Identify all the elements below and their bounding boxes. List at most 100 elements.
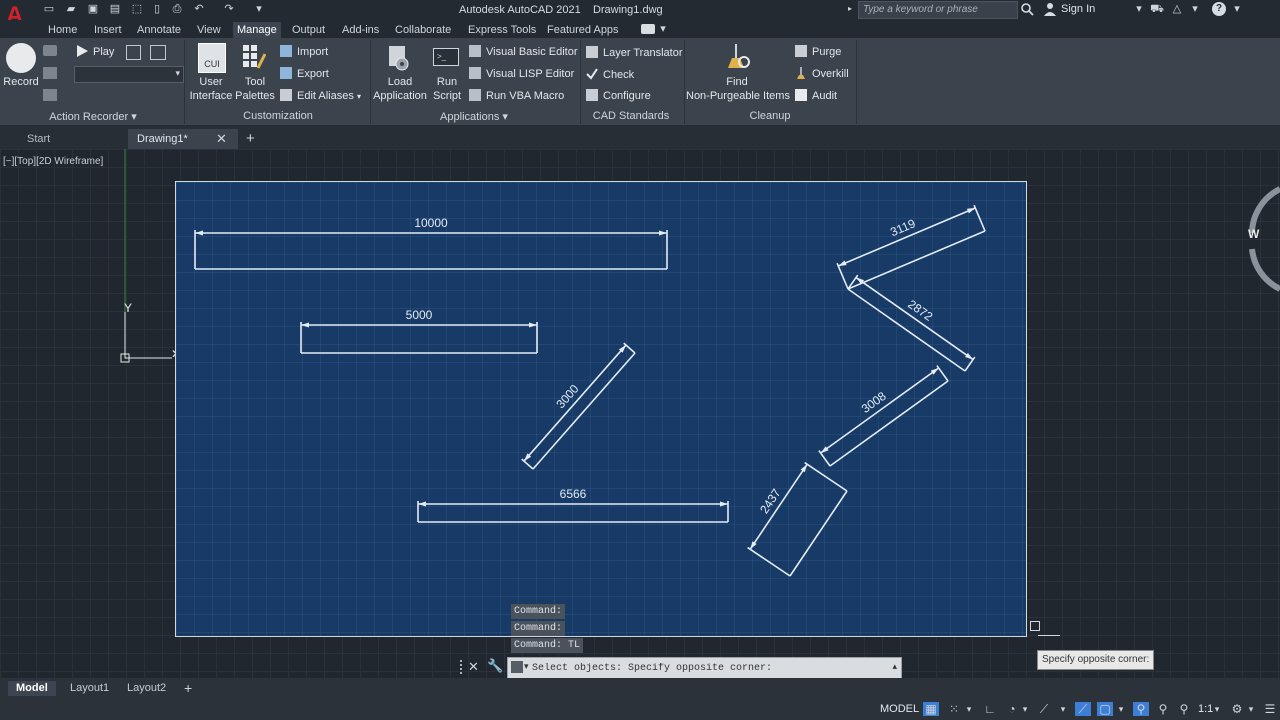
tab-express-tools[interactable]: Express Tools [464,22,540,38]
search-expand-icon[interactable]: ▸ [848,4,852,13]
help-icon[interactable]: ? [1212,2,1226,16]
help-dropdown-icon[interactable]: ▾ [1230,3,1244,16]
audit-button[interactable]: Audit [795,88,837,104]
export-button[interactable]: Export [280,66,329,82]
dimension-value-label[interactable]: 3119 [888,216,918,239]
dimension-extension-line[interactable] [804,461,848,492]
isodraft-icon[interactable]: ⟋ [1036,702,1052,716]
user-icon[interactable] [1043,2,1057,16]
tab-insert[interactable]: Insert [90,22,126,38]
isodraft-dropdown-icon[interactable]: ▾ [1058,702,1068,716]
dimension-value-label[interactable]: 2437 [757,486,784,516]
sign-in-dropdown-icon[interactable]: ▾ [1132,3,1146,16]
applications-panel-title[interactable]: Applications ▾ [424,110,524,124]
snap-dropdown-icon[interactable]: ▾ [964,702,974,716]
tab-home[interactable]: Home [44,22,81,38]
command-grip-icon[interactable] [460,660,468,674]
import-button[interactable]: Import [280,44,328,60]
dimension-value-label[interactable]: 2872 [905,297,935,324]
tab-collaborate[interactable]: Collaborate [391,22,455,38]
osnap-dropdown-icon[interactable]: ▾ [1116,702,1126,716]
ribbon-display-dropdown-icon[interactable]: ▾ [656,23,670,36]
scale-dropdown-icon[interactable]: ▾ [1212,702,1222,716]
annotation-visibility-icon[interactable]: ⚲ [1133,702,1149,716]
dimension-extension-line[interactable] [836,262,849,290]
store-dropdown-icon[interactable]: ▾ [1188,3,1202,16]
dimension-value-label[interactable]: 3000 [553,382,581,412]
sign-in-link[interactable]: Sign In [1061,3,1095,15]
dimension-line[interactable] [820,367,940,454]
dimension-base-line[interactable] [847,230,986,290]
dimension-drawing[interactable]: 10000 5000 3000 6566 3119 2872 3008 2437 [175,181,1027,637]
tab-featured-apps[interactable]: Featured Apps [543,22,623,38]
dimension-extension-line[interactable] [818,450,831,467]
user-input-icon[interactable] [43,89,57,101]
record-button[interactable]: Record [2,75,40,89]
dimension-line[interactable] [837,207,976,267]
command-history-toggle-icon[interactable]: ▴ [892,661,897,672]
object-snap-tracking-icon[interactable]: ⟋ [1075,702,1091,716]
search-box[interactable] [858,1,1018,19]
new-file-icon[interactable]: ▭ [42,3,56,16]
tab-manage[interactable]: Manage [233,22,281,38]
customize-command-wrench-icon[interactable]: 🔧 [487,658,503,674]
grip-square-icon[interactable] [1030,621,1040,631]
grid-display-icon[interactable]: ▦ [923,702,939,716]
tool-palettes-button[interactable]: Tool Palettes [234,75,276,103]
play-button[interactable]: Play [76,44,114,60]
cui-icon[interactable]: CUI [198,43,226,73]
plot-icon[interactable]: ⎙ [170,3,184,16]
dimension-base-line[interactable] [789,490,848,577]
start-tab[interactable]: Start [0,129,124,149]
command-input[interactable] [532,660,882,676]
autodesk-app-store-icon[interactable]: △ [1170,3,1184,16]
new-tab-plus-icon[interactable]: + [246,129,255,149]
visual-lisp-editor-button[interactable]: Visual LISP Editor [469,66,574,82]
tab-add-ins[interactable]: Add-ins [338,22,383,38]
annotation-scale-icon[interactable]: ⚲ [1176,702,1192,716]
layer-translator-button[interactable]: Layer Translator [586,45,682,61]
redo-icon[interactable]: ↷ [222,3,236,16]
layout-tab-layout1[interactable]: Layout1 [62,681,117,696]
layout-tab-model[interactable]: Model [8,681,56,696]
dimension-extension-line[interactable] [973,204,986,232]
add-layout-plus-icon[interactable]: + [184,680,192,696]
gear-icon[interactable]: ⚙ [1229,702,1245,716]
dimension-extension-line[interactable] [747,546,791,577]
drawing1-tab[interactable]: Drawing1* ✕ [128,129,238,149]
dimension-extension-line[interactable] [964,356,976,372]
dimension-base-line[interactable] [847,288,966,372]
open-folder-icon[interactable]: ▰ [64,3,78,16]
tab-view[interactable]: View [193,22,225,38]
dimension-value-label[interactable]: 3008 [859,389,889,416]
layout-tab-layout2[interactable]: Layout2 [119,681,174,696]
run-script-icon[interactable]: >_ [433,48,459,66]
request-input-icon[interactable] [43,67,57,79]
tab-output[interactable]: Output [288,22,329,38]
dimension-line[interactable] [523,344,627,462]
polar-tracking-icon[interactable]: ◔ [1004,702,1020,716]
check-button[interactable]: Check [586,67,634,83]
ribbon-display-toggle-icon[interactable] [641,24,655,34]
macro-dropdown[interactable]: ▾ [74,66,184,83]
polar-dropdown-icon[interactable]: ▾ [1020,702,1030,716]
dimension-value-label[interactable]: 5000 [406,308,433,322]
search-input[interactable] [859,2,1017,16]
dimension-value-label[interactable]: 6566 [560,487,587,501]
dimension-value-label[interactable]: 10000 [414,216,448,230]
dimension-base-line[interactable] [532,352,636,470]
auto-scale-icon[interactable]: ⚲ [1155,702,1171,716]
save-as-icon[interactable]: ▤ [108,3,122,16]
undo-icon[interactable]: ↶ [192,3,206,16]
object-snap-icon[interactable]: ▢ [1097,702,1113,716]
find-non-purgeable-icon[interactable] [724,42,752,72]
load-application-icon[interactable] [387,44,411,72]
viewcube-west-label[interactable]: W [1248,227,1260,241]
purge-button[interactable]: Purge [795,44,841,60]
tool-palettes-icon[interactable] [242,44,267,70]
command-line[interactable]: ▾ ▴ [507,657,902,679]
insert-message-icon[interactable] [43,45,57,56]
open-web-icon[interactable]: ⬚ [130,3,144,16]
user-interface-button[interactable]: User Interface [189,75,233,103]
record-icon[interactable] [6,43,36,73]
